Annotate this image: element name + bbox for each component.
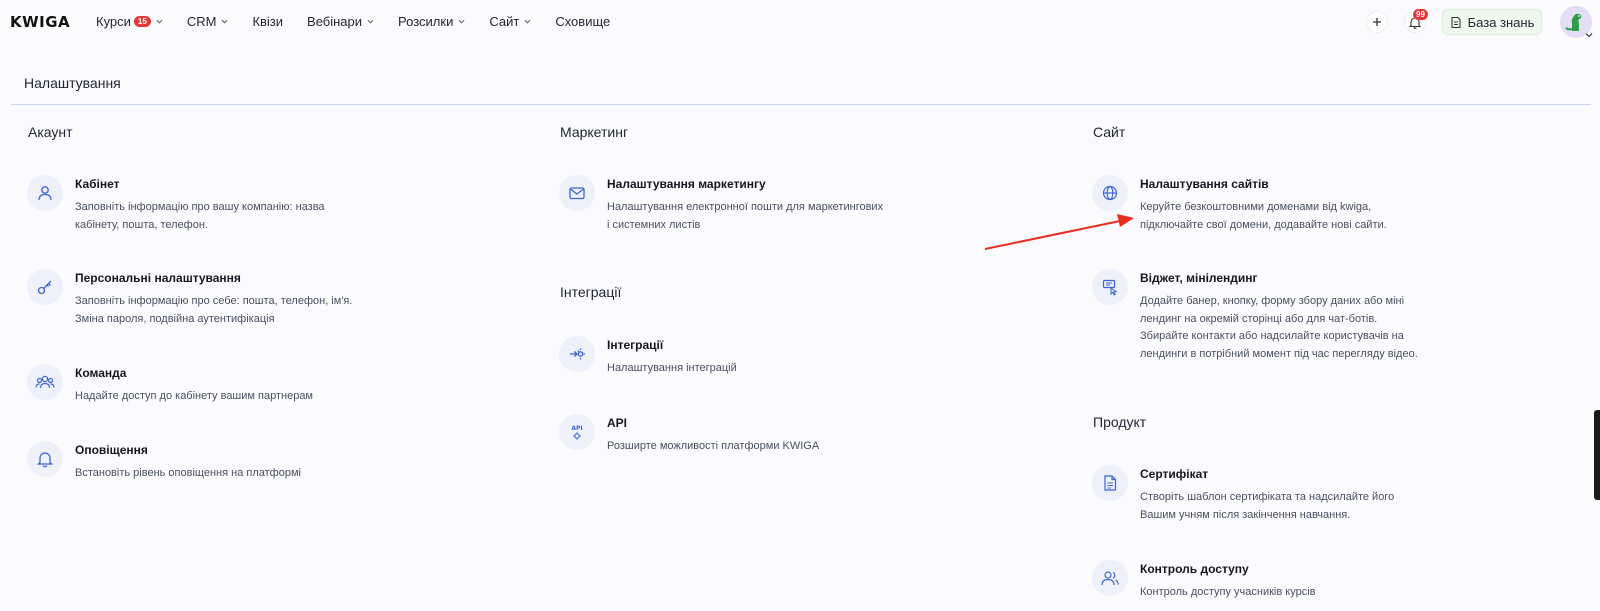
item-description: Розширте можливості платформи KWIGA: [607, 440, 820, 452]
section-title-marketing: Маркетинг: [560, 124, 629, 140]
plus-icon: [1373, 18, 1381, 26]
item-description: Заповніть інформацію про себе: пошта, те…: [75, 295, 353, 325]
nav-storage-label: Сховище: [555, 14, 611, 29]
item-description: Заповніть інформацію про вашу компанію: …: [75, 201, 325, 231]
settings-item-api[interactable]: API API Розширте можливості платформи KW…: [559, 414, 819, 456]
settings-item-personal[interactable]: Персональні налаштування Заповніть інфор…: [27, 269, 352, 328]
settings-item-sites[interactable]: Налаштування сайтів Керуйте безкоштовним…: [1092, 175, 1387, 234]
settings-item-certificate[interactable]: Сертифікат Створіть шаблон сертифіката т…: [1092, 465, 1394, 524]
section-title-account: Акаунт: [28, 124, 73, 140]
nav-crm[interactable]: CRM: [187, 14, 229, 29]
item-description: Надайте доступ до кабінету вашим партнер…: [75, 390, 313, 402]
nav-mailings-label: Розсилки: [398, 14, 454, 29]
item-description: Контроль доступу учасників курсів: [1140, 586, 1316, 598]
item-description: Створіть шаблон сертифіката та надсилайт…: [1140, 491, 1395, 521]
chevron-down-icon: [156, 19, 163, 24]
mail-icon: [559, 175, 595, 211]
item-title: Персональні налаштування: [75, 271, 241, 285]
item-title: Налаштування сайтів: [1140, 177, 1269, 191]
nav-courses[interactable]: Курси 15: [96, 14, 163, 29]
item-description: Налаштування електронної пошти для марке…: [607, 201, 884, 231]
knowledge-base-button[interactable]: База знань: [1442, 9, 1542, 35]
item-title: Сертифікат: [1140, 467, 1209, 481]
item-title: Контроль доступу: [1140, 562, 1249, 576]
page-title: Налаштування: [24, 75, 121, 91]
widget-icon: [1092, 269, 1128, 305]
book-icon: [1451, 16, 1461, 28]
user-icon: [27, 175, 63, 211]
nav-site-label: Сайт: [489, 14, 520, 29]
settings-item-access-control[interactable]: Контроль доступу Контроль доступу учасни…: [1092, 560, 1316, 602]
item-title: Кабінет: [75, 177, 120, 191]
item-title: Інтеграції: [607, 338, 664, 352]
courses-count-badge: 15: [133, 16, 151, 27]
settings-item-integrations[interactable]: Інтеграції Налаштування інтеграцій: [559, 336, 737, 378]
chevron-down-icon: [458, 19, 465, 24]
nav-mailings[interactable]: Розсилки: [398, 14, 465, 29]
key-icon: [27, 269, 63, 305]
nav-webinars[interactable]: Вебінари: [307, 14, 374, 29]
top-navbar: KWIGA Курси 15 CRM Квізи Вебінари Розсил…: [0, 0, 1600, 44]
nav-site[interactable]: Сайт: [489, 14, 531, 29]
nav-courses-label: Курси: [96, 14, 131, 29]
chevron-down-icon: [524, 19, 531, 24]
item-title: API: [607, 416, 628, 430]
integration-icon: [559, 336, 595, 372]
item-title: Команда: [75, 366, 127, 380]
svg-text:API: API: [571, 425, 582, 432]
item-description: Налаштування інтеграцій: [607, 362, 737, 374]
kwiga-logo[interactable]: KWIGA: [10, 13, 70, 31]
item-description: Додайте банер, кнопку, форму збору даних…: [1140, 295, 1418, 360]
section-title-site: Сайт: [1093, 124, 1126, 140]
add-button[interactable]: [1366, 11, 1388, 33]
nav-webinars-label: Вебінари: [307, 14, 363, 29]
globe-icon: [1092, 175, 1128, 211]
section-title-product: Продукт: [1093, 414, 1147, 430]
item-description: Встановіть рівень оповіщення на платформ…: [75, 467, 301, 479]
settings-item-widget[interactable]: Віджет, мінілендинг Додайте банер, кнопк…: [1092, 269, 1418, 363]
main-nav: Курси 15 CRM Квізи Вебінари Розсилки Сай…: [96, 14, 634, 29]
team-icon: [27, 364, 63, 400]
nav-quizzes-label: Квізи: [252, 14, 284, 29]
section-title-integrations: Інтеграції: [560, 284, 622, 300]
certificate-icon: [1092, 465, 1128, 501]
header-divider: [11, 104, 1591, 105]
item-title: Віджет, мінілендинг: [1140, 271, 1258, 285]
chevron-down-icon: [367, 19, 374, 24]
item-title: Налаштування маркетингу: [607, 177, 766, 191]
access-icon: [1092, 560, 1128, 596]
api-icon: API: [559, 414, 595, 450]
nav-quizzes[interactable]: Квізи: [252, 14, 283, 29]
settings-item-marketing[interactable]: Налаштування маркетингу Налаштування еле…: [559, 175, 883, 234]
edge-handle: [1594, 410, 1600, 500]
nav-crm-label: CRM: [186, 14, 217, 29]
settings-item-notifications[interactable]: Оповіщення Встановіть рівень оповіщення …: [27, 441, 301, 483]
chevron-down-icon: [221, 19, 228, 24]
knowledge-base-label: База знань: [1467, 14, 1535, 30]
nav-storage[interactable]: Сховище: [555, 14, 610, 29]
settings-item-cabinet[interactable]: Кабінет Заповніть інформацію про вашу ко…: [27, 175, 325, 234]
item-description: Керуйте безкоштовними доменами від kwiga…: [1140, 201, 1387, 231]
bell-icon: [27, 441, 63, 477]
settings-item-team[interactable]: Команда Надайте доступ до кабінету вашим…: [27, 364, 313, 406]
notifications-count-badge: 99: [1413, 9, 1428, 20]
item-title: Оповіщення: [75, 443, 148, 457]
chevron-down-icon[interactable]: [1585, 31, 1593, 39]
